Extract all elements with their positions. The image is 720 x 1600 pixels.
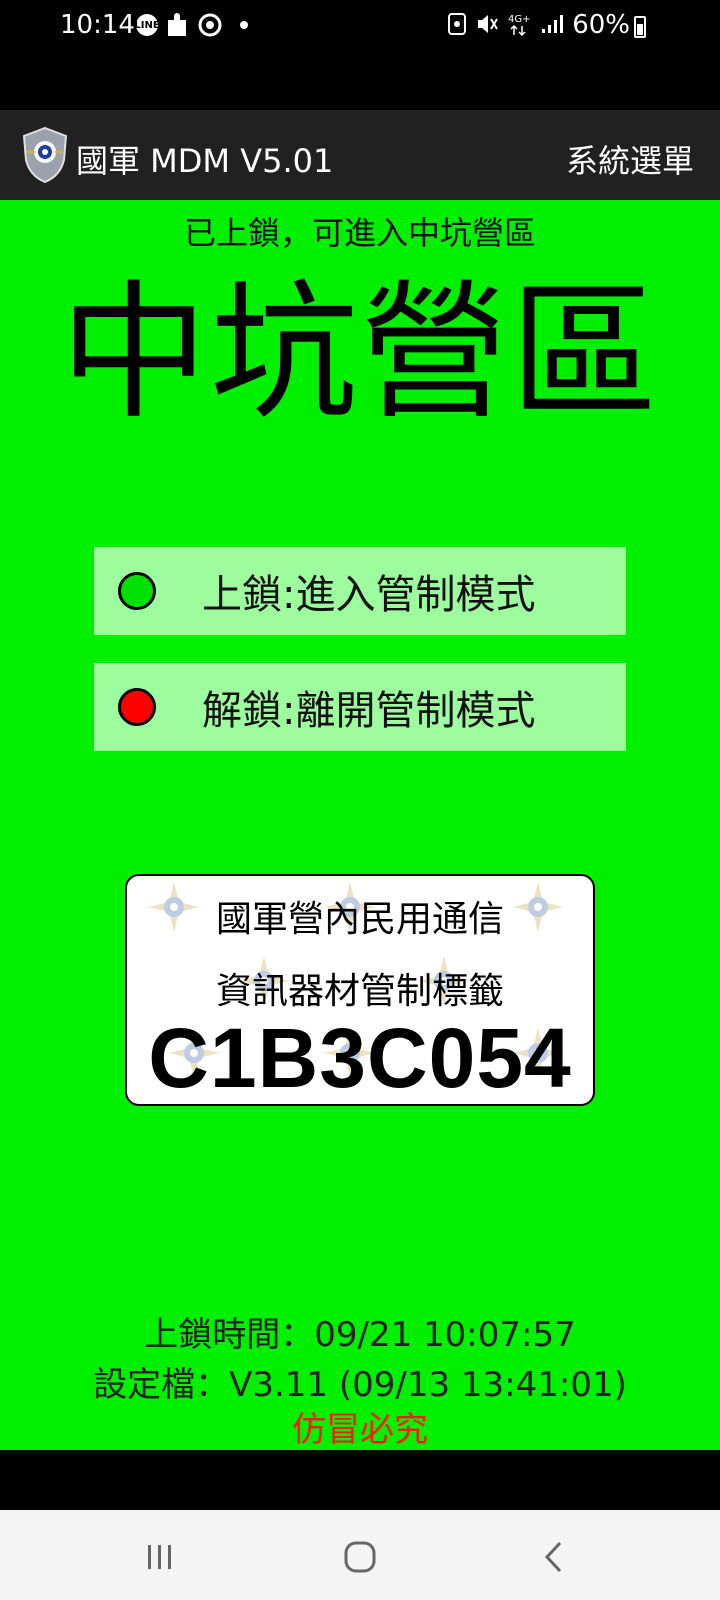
lock-indicator-icon (118, 572, 156, 610)
chrome-icon (198, 13, 222, 37)
battery-level: 60% (572, 10, 630, 40)
control-label-card: 國軍營內民用通信 資訊器材管制標籤 C1B3C054 (125, 874, 595, 1106)
device-tag-code: C1B3C054 (148, 1011, 572, 1105)
mute-icon (478, 15, 498, 33)
spacer (0, 1450, 720, 1510)
lock-time: 上鎖時間：09/21 10:07:57 (144, 1315, 576, 1355)
signal-icon (542, 15, 563, 33)
system-nav-bar (0, 1510, 720, 1600)
4g-icon: 4G+ (508, 14, 530, 36)
recent-apps-button[interactable] (130, 1532, 190, 1582)
lock-mode-button[interactable]: 上鎖:進入管制模式 (94, 547, 626, 635)
main-content: 已上鎖，可進入中坑營區 中坑營區 上鎖:進入管制模式 解鎖:離開管制模式 國軍營… (0, 200, 720, 1450)
line-icon: LINE (134, 14, 160, 36)
system-menu-button[interactable]: 系統選單 (566, 136, 694, 182)
counterfeit-warning: 仿冒必究 (292, 1410, 428, 1450)
home-icon (344, 1541, 376, 1573)
card-title-line1: 國軍營內民用通信 (215, 899, 504, 940)
battery-icon (634, 16, 646, 38)
unlock-mode-label: 解鎖:離開管制模式 (202, 688, 536, 734)
svg-text:4G+: 4G+ (508, 14, 530, 25)
status-icons-left: LINE (134, 12, 248, 38)
status-time: 10:14 (60, 10, 135, 40)
status-icons-right: 4G+ (448, 12, 564, 36)
lock-mode-label: 上鎖:進入管制模式 (202, 572, 536, 618)
area-name: 中坑營區 (60, 267, 660, 439)
puzzle-icon (168, 13, 186, 36)
notification-dot-icon (240, 21, 248, 29)
card-title-line2: 資訊器材管制標籤 (215, 971, 504, 1012)
home-button[interactable] (330, 1532, 390, 1582)
unlock-indicator-icon (118, 688, 156, 726)
back-icon (544, 1541, 562, 1573)
status-bar: 10:14 LINE 4G+ 60% (0, 0, 720, 110)
app-title: 國軍 MDM V5.01 (76, 142, 334, 180)
unlock-mode-button[interactable]: 解鎖:離開管制模式 (94, 663, 626, 751)
back-button[interactable] (524, 1532, 584, 1582)
lock-status-text: 已上鎖，可進入中坑營區 (183, 214, 536, 252)
lock-info: 上鎖時間：09/21 10:07:57 設定檔：V3.11 (09/13 13:… (0, 1310, 720, 1410)
shield-logo-icon (22, 126, 68, 184)
nfc-icon (448, 13, 466, 35)
recent-apps-icon (148, 1545, 171, 1569)
app-bar: 國軍 MDM V5.01 系統選單 (0, 110, 720, 200)
